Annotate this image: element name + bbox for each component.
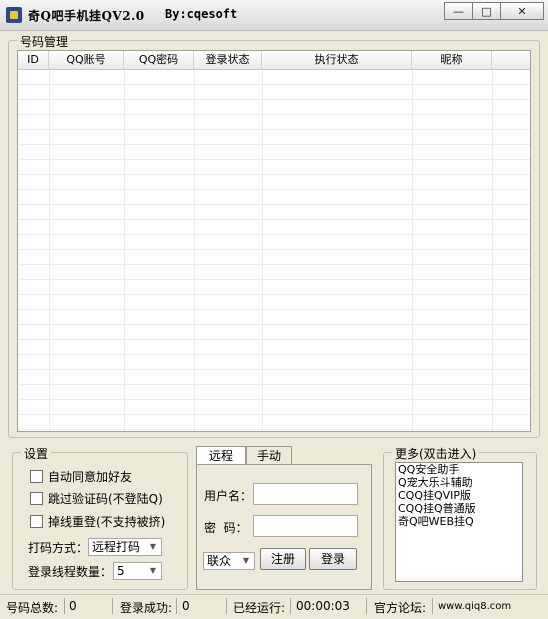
column-header-filler: [492, 51, 530, 69]
list-item[interactable]: Q宠大乐斗辅助: [396, 476, 522, 489]
captcha-mode-value: 远程打码: [92, 540, 141, 554]
skip-captcha-checkbox[interactable]: 跳过验证码(不登陆Q): [30, 490, 163, 507]
username-label: 用户名：: [204, 489, 253, 503]
forum-link[interactable]: www.qiq8.com: [438, 601, 511, 612]
success-value: 0: [182, 599, 190, 613]
column-header-exec-status[interactable]: 执行状态: [262, 51, 412, 69]
table-gridlines: [18, 70, 530, 431]
accounts-group-title: 号码管理: [17, 33, 72, 50]
thread-count-select[interactable]: 5 ▼: [113, 562, 162, 580]
captcha-mode-select[interactable]: 远程打码 ▼: [88, 538, 162, 556]
more-group-title: 更多(双击进入): [392, 445, 480, 462]
checkbox-label: 掉线重登(不支持被挤): [48, 515, 166, 529]
list-item[interactable]: CQQ挂Q普通版: [396, 502, 522, 515]
auto-accept-friend-checkbox[interactable]: 自动同意加好友: [30, 468, 132, 485]
total-value: 0: [69, 599, 77, 613]
status-divider: [64, 598, 65, 614]
status-divider: [366, 598, 367, 614]
running-label: 已经运行:: [233, 601, 286, 615]
maximize-button[interactable]: □: [472, 2, 501, 20]
captcha-provider-select[interactable]: 联众 ▼: [203, 552, 255, 570]
window-controls: — □ ✕: [444, 2, 544, 20]
register-button[interactable]: 注册: [260, 548, 306, 570]
more-listbox[interactable]: QQ安全助手 Q宠大乐斗辅助 CQQ挂QVIP版 CQQ挂Q普通版 奇Q吧WEB…: [395, 462, 523, 582]
column-header-qq-password[interactable]: QQ密码: [124, 51, 194, 69]
checkbox-box[interactable]: [30, 470, 43, 483]
password-input[interactable]: [253, 515, 358, 537]
column-header-id[interactable]: ID: [18, 51, 49, 69]
table-divider: [262, 70, 263, 431]
checkbox-box[interactable]: [30, 515, 43, 528]
thread-count-value: 5: [117, 564, 125, 578]
table-divider: [492, 70, 493, 431]
table-divider: [412, 70, 413, 431]
status-bar: 号码总数: 0 登录成功: 0 已经运行: 00:00:03 官方论坛: www…: [0, 594, 548, 619]
close-button[interactable]: ✕: [500, 2, 544, 20]
captcha-mode-label: 打码方式：: [28, 541, 89, 555]
accounts-table-header: ID QQ账号 QQ密码 登录状态 执行状态 昵称: [18, 51, 530, 70]
table-divider: [194, 70, 195, 431]
username-input[interactable]: [253, 483, 358, 505]
tab-manual[interactable]: 手动: [246, 446, 292, 464]
running-value: 00:00:03: [296, 599, 350, 613]
list-item[interactable]: QQ安全助手: [396, 463, 522, 476]
total-label: 号码总数:: [6, 601, 59, 615]
table-divider: [124, 70, 125, 431]
status-divider: [290, 598, 291, 614]
chevron-down-icon[interactable]: ▼: [145, 539, 161, 555]
table-divider: [49, 70, 50, 431]
settings-group-title: 设置: [21, 445, 52, 462]
login-button[interactable]: 登录: [309, 548, 357, 570]
column-header-qq-account[interactable]: QQ账号: [49, 51, 124, 69]
thread-count-label: 登录线程数量：: [28, 565, 113, 579]
tab-remote[interactable]: 远程: [196, 446, 246, 466]
status-divider: [432, 598, 433, 614]
status-divider: [226, 598, 227, 614]
reconnect-checkbox[interactable]: 掉线重登(不支持被挤): [30, 513, 165, 530]
checkbox-label: 自动同意加好友: [48, 470, 133, 484]
success-label: 登录成功:: [120, 601, 173, 615]
list-item[interactable]: CQQ挂QVIP版: [396, 489, 522, 502]
chevron-down-icon[interactable]: ▼: [145, 563, 161, 579]
checkbox-label: 跳过验证码(不登陆Q): [48, 492, 163, 506]
app-icon: [6, 7, 22, 23]
list-item[interactable]: 奇Q吧WEB挂Q: [396, 515, 522, 528]
captcha-provider-value: 联众: [207, 554, 232, 568]
window-author: By:cqesoft: [165, 7, 238, 21]
forum-label: 官方论坛:: [374, 601, 427, 615]
column-header-login-status[interactable]: 登录状态: [194, 51, 262, 69]
checkbox-box[interactable]: [30, 492, 43, 505]
chevron-down-icon[interactable]: ▼: [238, 553, 254, 569]
accounts-table[interactable]: ID QQ账号 QQ密码 登录状态 执行状态 昵称: [17, 50, 531, 432]
window-title: 奇Q吧手机挂QV2.0: [28, 9, 145, 23]
minimize-button[interactable]: —: [444, 2, 473, 20]
column-header-nickname[interactable]: 昵称: [412, 51, 492, 69]
status-divider: [112, 598, 113, 614]
status-divider: [176, 598, 177, 614]
title-bar: 奇Q吧手机挂QV2.0 By:cqesoft — □ ✕: [0, 0, 548, 31]
password-label: 密 码：: [204, 521, 248, 535]
